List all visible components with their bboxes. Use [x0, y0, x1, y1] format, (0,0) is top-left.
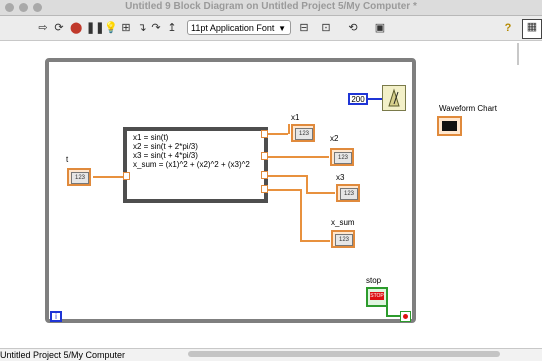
wire-xsum-b[interactable] [300, 189, 302, 241]
loop-condition-terminal[interactable] [400, 311, 411, 322]
vi-icon[interactable]: ▦ [522, 19, 542, 39]
stop-button-terminal[interactable]: STOP [366, 287, 388, 307]
wire-x3-b[interactable] [306, 175, 308, 193]
window-title: Untitled 9 Block Diagram on Untitled Pro… [125, 1, 417, 12]
abort-icon[interactable]: ⬤ [70, 21, 82, 35]
t-control[interactable]: 123 [67, 168, 91, 186]
wire-x1-a[interactable] [268, 133, 288, 135]
formula-line: x3 = sin(t + 4*pi/3) [133, 151, 198, 160]
pause-icon[interactable]: ❚❚ [86, 21, 104, 35]
x1-indicator[interactable]: 123 [291, 124, 315, 142]
x2-label: x2 [330, 134, 339, 143]
chart-screen-icon [442, 121, 457, 131]
wait-timer-icon[interactable] [382, 85, 406, 111]
wire-x1-b[interactable] [288, 124, 290, 134]
step-over-icon[interactable]: ↷ [150, 21, 162, 35]
iteration-terminal[interactable]: i [50, 311, 62, 322]
retain-wire-values-icon[interactable]: ⊞ [120, 21, 132, 35]
x3-label: x3 [336, 173, 345, 182]
vertical-divider [517, 43, 519, 65]
step-out-icon[interactable]: ↥ [166, 21, 178, 35]
formula-line: x2 = sin(t + 2*pi/3) [133, 142, 198, 151]
numeric-icon: 123 [335, 234, 353, 246]
stop-condition-icon [403, 314, 408, 319]
run-continuously-icon[interactable]: ⟳ [52, 21, 66, 35]
numeric-icon: 123 [295, 128, 313, 140]
wire-xsum-a[interactable] [268, 189, 302, 191]
distribute-objects-icon[interactable]: ⊡ [318, 21, 334, 35]
formula-output-x1[interactable] [261, 130, 268, 138]
formula-line: x_sum = (x1)^2 + (x2)^2 + (x3)^2 [133, 160, 250, 169]
status-text: Untitled Project 5/My Computer [0, 350, 126, 360]
formula-line: x1 = sin(t) [133, 133, 169, 142]
formula-output-x2[interactable] [261, 152, 268, 160]
horizontal-scrollbar[interactable] [188, 351, 500, 357]
formula-output-xsum[interactable] [261, 185, 268, 193]
cleanup-diagram-icon[interactable]: ▣ [371, 21, 389, 35]
wire-t[interactable] [93, 176, 123, 178]
reorder-icon[interactable]: ⟲ [344, 21, 362, 35]
waveform-chart-terminal[interactable] [437, 116, 462, 136]
formula-node[interactable]: x1 = sin(t) x2 = sin(t + 2*pi/3) x3 = si… [123, 127, 268, 203]
highlight-execution-icon[interactable]: 💡 [104, 21, 118, 35]
xsum-indicator[interactable]: 123 [331, 230, 355, 248]
xsum-label: x_sum [331, 218, 355, 227]
font-select[interactable]: 11pt Application Font ▼ [187, 20, 291, 35]
wire-x3-c[interactable] [306, 192, 335, 194]
x3-indicator[interactable]: 123 [336, 184, 360, 202]
wire-x2[interactable] [268, 156, 329, 158]
chevron-down-icon: ▼ [278, 24, 286, 33]
numeric-icon: 123 [334, 152, 352, 164]
numeric-icon: 123 [340, 188, 358, 200]
align-objects-icon[interactable]: ⊟ [296, 21, 312, 35]
help-icon[interactable]: ? [502, 21, 514, 35]
x1-label: x1 [291, 113, 300, 122]
wait-ms-constant[interactable]: 200 [348, 93, 368, 105]
step-into-icon[interactable]: ↴ [136, 21, 148, 35]
wire-xsum-c[interactable] [300, 240, 330, 242]
formula-input-t[interactable] [123, 172, 130, 180]
formula-output-x3[interactable] [261, 171, 268, 179]
wire-wait[interactable] [368, 98, 382, 100]
title-bar: Untitled 9 Block Diagram on Untitled Pro… [0, 0, 542, 16]
wire-x3-a[interactable] [268, 175, 306, 177]
font-select-value: 11pt Application Font [191, 23, 275, 33]
stop-icon: STOP [370, 292, 384, 300]
x2-indicator[interactable]: 123 [330, 148, 354, 166]
toolbar: ⇨ ⟳ ⬤ ❚❚ 💡 ⊞ ↴ ↷ ↥ 11pt Application Font… [0, 16, 542, 41]
numeric-icon: 123 [71, 172, 89, 184]
chart-label: Waveform Chart [439, 104, 497, 113]
t-label: t [66, 155, 69, 164]
run-arrow-icon[interactable]: ⇨ [36, 21, 50, 35]
stop-label: stop [366, 276, 382, 285]
wire-stop-b[interactable] [386, 315, 400, 317]
